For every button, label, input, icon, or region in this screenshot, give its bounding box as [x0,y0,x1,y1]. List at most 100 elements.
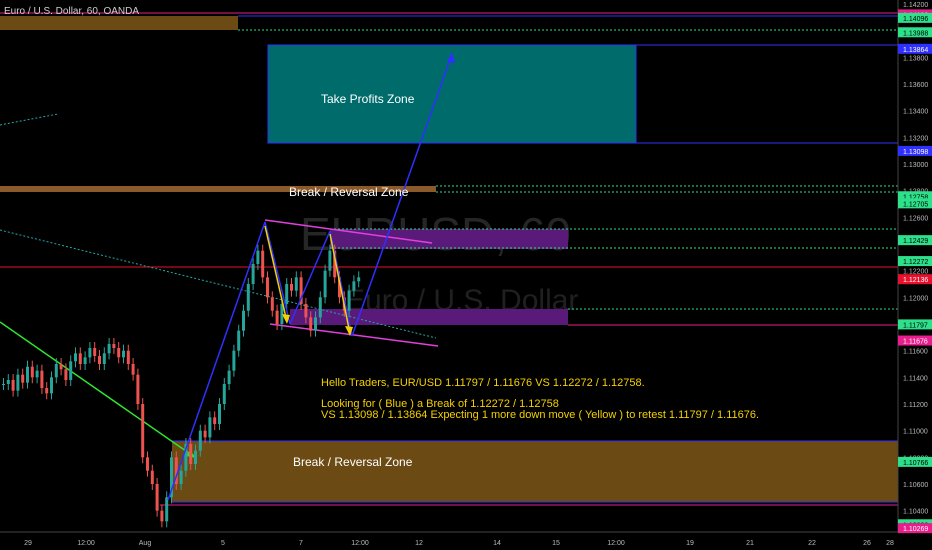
price-tick-label: 1.11200 [903,402,928,409]
candle-body [179,470,183,484]
note-line-1: Hello Traders, EUR/USD 1.11797 / 1.11676… [321,377,645,389]
candle-body [227,370,231,384]
candle-body [328,250,332,271]
break-reversal-zone-lower [172,441,898,502]
candle-body [102,353,106,364]
candle-body [208,417,212,438]
candle-body [304,304,308,318]
candle-body [352,281,356,291]
candle-body [290,284,293,291]
candle-body [155,484,159,511]
candle-body [357,277,361,282]
time-tick-label: 26 [863,540,871,547]
price-tag-label: 1.14096 [903,16,928,23]
resistance-box [330,229,568,249]
price-tick-label: 1.13800 [903,55,928,62]
candle-body [232,350,236,371]
time-tick-label: 5 [221,540,225,547]
price-tag-label: 1.12429 [903,238,928,245]
candle-body [83,357,87,364]
candle-body [242,310,245,331]
price-tag-label: 1.13098 [903,149,928,156]
candle-body [54,364,58,378]
candle-body [98,356,101,364]
candle-body [314,317,317,331]
price-tick-label: 1.11600 [903,349,928,356]
candle-body [294,277,298,291]
price-tick-label: 1.11400 [903,375,928,382]
candle-body [21,374,25,383]
take-profits-label: Take Profits Zone [321,92,415,106]
candle-body [256,250,260,264]
candle-body [285,284,289,304]
price-tick-label: 1.10400 [903,509,928,516]
candle-body [323,270,327,298]
chart-title: Euro / U.S. Dollar, 60, OANDA [4,6,139,17]
time-tick-label: 15 [552,540,560,547]
time-tick-label: 28 [886,540,894,547]
candle-body [141,404,145,458]
time-tick-label: 19 [686,540,694,547]
candle-body [112,344,116,348]
candle-body [2,384,5,385]
candle-body [122,350,125,358]
support-box [290,309,568,325]
candle-body [261,250,265,278]
candle-body [218,404,221,424]
price-tag-label: 1.10269 [903,526,928,533]
candle-body [30,366,34,378]
candle-body [309,317,313,331]
price-tick-label: 1.12600 [903,215,928,222]
candle-body [69,361,73,380]
time-tick-label: 12:00 [351,540,369,547]
candle-body [213,417,217,424]
candle-body [93,348,97,356]
top-left-zone [0,16,238,30]
price-tick-label: 1.13400 [903,109,928,116]
time-tick-label: 14 [493,540,501,547]
price-tick-label: 1.12000 [903,295,928,302]
candle-body [11,380,15,391]
candle-body [59,364,63,370]
candle-body [45,388,49,394]
time-tick-label: Aug [139,540,152,547]
price-tag-label: 1.12272 [903,259,928,266]
price-tag-label: 1.12136 [903,277,928,284]
time-tick-label: 12 [415,540,423,547]
time-tick-label: 12:00 [77,540,95,547]
price-tag-label: 1.10766 [903,460,928,467]
price-tick-label: 1.11000 [903,429,928,436]
price-tag-label: 1.12705 [903,201,928,208]
price-chart[interactable]: EURUSD, 60 Euro / U.S. Dollar [0,0,932,550]
candle-body [198,430,202,451]
candle-body [318,297,322,318]
time-tick-label: 22 [808,540,816,547]
time-tick-label: 29 [24,540,32,547]
candle-body [16,374,20,391]
time-tick-label: 12:00 [607,540,625,547]
candle-body [40,370,44,388]
break-reversal-lower-label: Break / Reversal Zone [293,455,413,469]
price-tick-label: 1.10600 [903,482,928,489]
candle-body [266,277,269,298]
candle-body [347,290,351,311]
candle-body [78,353,82,364]
price-tag-label: 1.13864 [903,47,928,54]
candle-body [64,369,68,380]
price-tick-label: 1.13600 [903,82,928,89]
candle-body [194,450,197,464]
break-reversal-upper-label: Break / Reversal Zone [289,185,409,199]
candle-body [160,510,164,522]
candle-body [275,310,279,324]
price-tick-label: 1.13000 [903,162,928,169]
candle-body [117,348,121,358]
candle-body [50,377,53,394]
candle-body [203,430,207,438]
candle-body [74,353,77,362]
price-tick-label: 1.14200 [903,2,928,9]
candle-body [222,384,226,404]
price-tag-label: 1.11676 [903,339,928,346]
time-axis[interactable] [0,532,898,550]
price-tag-label: 1.11797 [903,322,928,329]
price-tag-label: 1.13988 [903,30,928,37]
